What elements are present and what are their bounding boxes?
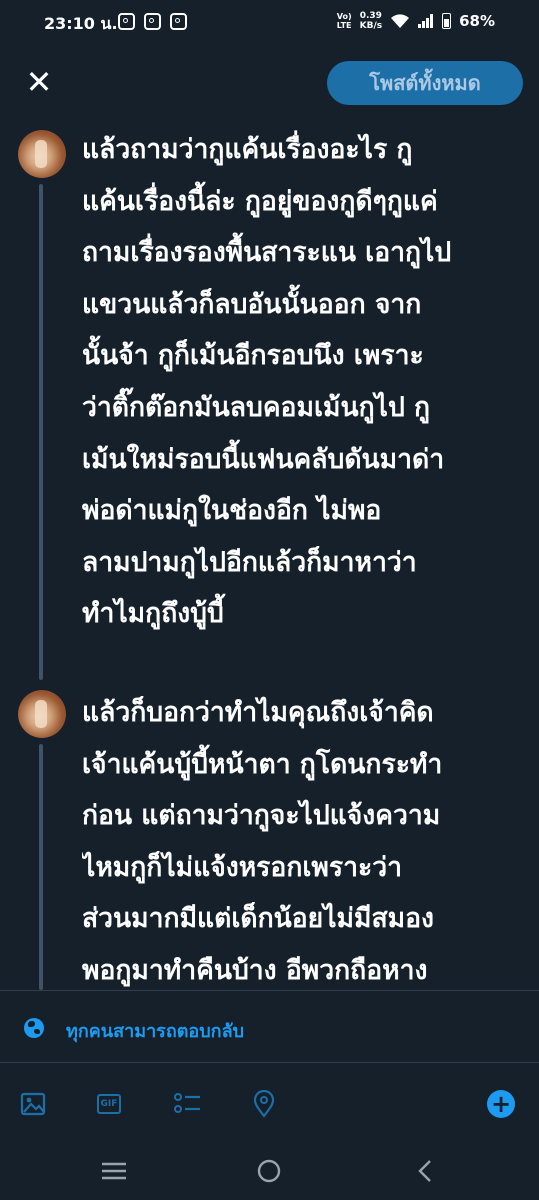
composer-header: ✕ โพสต์ทั้งหมด: [0, 56, 539, 112]
tweet-text[interactable]: แล้วถามว่ากูแค้นเรื่องอะไร กู แค้นเรื่อง…: [82, 124, 522, 640]
gif-icon[interactable]: GIF: [96, 1090, 124, 1118]
avatar[interactable]: [18, 690, 66, 738]
location-icon[interactable]: [250, 1089, 278, 1118]
composer-toolbar: GIF +: [0, 1070, 539, 1140]
status-indicators: Vo) LTE 0.39 KB/s 68%: [337, 11, 495, 31]
network-speed: 0.39 KB/s: [360, 11, 382, 31]
volte-top-label: Vo): [336, 12, 352, 21]
instagram-icon: [170, 13, 187, 30]
thread-line: [39, 184, 43, 680]
volte-indicator: Vo) LTE: [337, 12, 352, 30]
globe-icon: [24, 1018, 44, 1038]
status-time: 23:10 น.: [44, 14, 118, 33]
reply-setting[interactable]: ทุกคนสามารถตอบกลับ: [0, 1000, 539, 1058]
status-bar: 23:10 น. Vo) LTE 0.39 KB/s 68%: [0, 0, 539, 46]
back-icon[interactable]: [413, 1158, 439, 1184]
divider: [0, 1062, 539, 1063]
signal-icon: [418, 14, 434, 28]
wifi-icon: [391, 14, 410, 28]
recent-apps-icon[interactable]: [101, 1158, 127, 1184]
home-icon[interactable]: [256, 1158, 282, 1184]
battery-percent: 68%: [459, 12, 495, 30]
reply-setting-label: ทุกคนสามารถตอบกลับ: [66, 1021, 245, 1042]
image-icon[interactable]: [20, 1090, 48, 1118]
divider: [0, 990, 539, 991]
thread-line: [39, 744, 43, 990]
instagram-icon: [118, 13, 135, 30]
network-speed-unit: KB/s: [359, 21, 383, 31]
avatar[interactable]: [18, 130, 66, 178]
tweet-text[interactable]: แล้วก็บอกว่าทำไมคุณถึงเจ้าคิด เจ้าแค้นบู…: [82, 687, 522, 990]
volte-bottom-label: LTE: [336, 21, 352, 30]
add-tweet-button[interactable]: +: [487, 1090, 515, 1118]
network-speed-value: 0.39: [359, 11, 382, 21]
gif-label: GIF: [97, 1094, 121, 1114]
notification-icons: [118, 13, 187, 30]
close-icon[interactable]: ✕: [24, 66, 54, 98]
instagram-icon: [144, 13, 161, 30]
battery-icon: [442, 13, 452, 29]
system-nav-bar: [0, 1140, 539, 1200]
poll-icon[interactable]: [173, 1090, 201, 1118]
post-all-button[interactable]: โพสต์ทั้งหมด: [327, 61, 523, 105]
